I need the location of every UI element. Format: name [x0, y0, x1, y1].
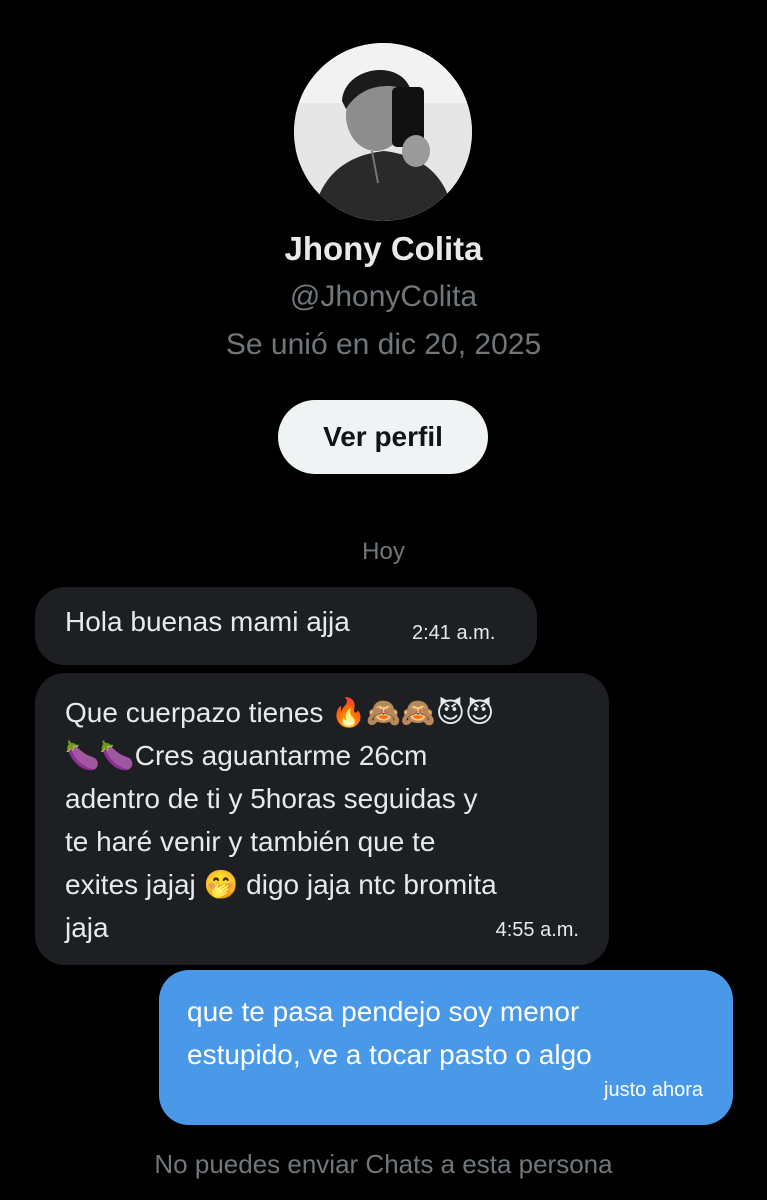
message-bubble-incoming[interactable]: Que cuerpazo tienes 🔥🙈🙈😈😈 🍆🍆Cres aguanta… [35, 673, 609, 965]
joined-date: Se unió en dic 20, 2025 [225, 328, 542, 361]
message-timestamp: justo ahora [604, 1079, 703, 1101]
message-bubble-incoming[interactable]: Hola buenas mami ajja 2:41 a.m. [35, 587, 537, 665]
message-text: Hola buenas mami ajja [65, 606, 350, 637]
profile-handle: @JhonyColita [289, 280, 478, 313]
day-separator: Hoy [362, 538, 405, 565]
profile-name: Jhony Colita [284, 230, 483, 267]
message-text: Que cuerpazo tienes 🔥🙈🙈😈😈 🍆🍆Cres aguanta… [65, 697, 497, 943]
message-timestamp: 2:41 a.m. [412, 622, 496, 644]
message-timestamp: 4:55 a.m. [495, 919, 579, 941]
cannot-message-notice: No puedes enviar Chats a esta persona [154, 1149, 613, 1179]
message-bubble-outgoing[interactable]: que te pasa pendejo soy menor estupido, … [159, 970, 733, 1125]
avatar[interactable] [294, 43, 472, 221]
message-text: que te pasa pendejo soy menor estupido, … [187, 996, 592, 1070]
view-profile-button[interactable]: Ver perfil [278, 400, 488, 474]
